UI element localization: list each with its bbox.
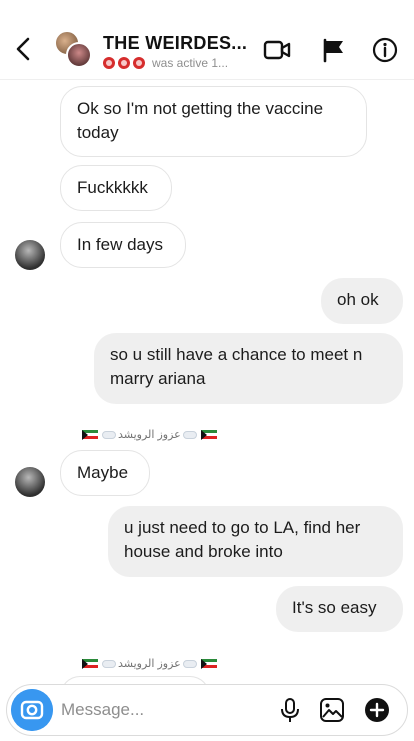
video-call-icon[interactable] (262, 36, 292, 64)
message-line: marry ariana (110, 369, 206, 388)
message-line: so u still have a chance to meet n (110, 345, 363, 364)
sender-name: عزوز الرويشد (118, 429, 181, 441)
emoji-dot-icon (118, 57, 130, 69)
message-line: It's so easy (292, 598, 377, 617)
message-bubble-outgoing[interactable]: u just need to go to LA, find her house … (108, 506, 403, 577)
message-bubble-outgoing[interactable]: so u still have a chance to meet n marry… (94, 333, 403, 404)
cloud-icon (102, 659, 116, 668)
emoji-dot-icon (133, 57, 145, 69)
microphone-icon[interactable] (277, 697, 303, 723)
kuwait-flag-icon (82, 429, 98, 440)
message-line: today (77, 123, 119, 142)
cloud-icon (182, 659, 197, 668)
cloud-icon (182, 430, 197, 439)
message-line: oh ok (337, 290, 379, 309)
message-line: u just need to go to LA, find her (124, 518, 361, 537)
message-bubble-incoming[interactable]: In few days (60, 222, 186, 268)
info-icon[interactable] (370, 36, 400, 64)
message-bubble-outgoing[interactable]: oh ok (321, 278, 403, 324)
emoji-dot-icon (103, 57, 115, 69)
message-line: In few days (77, 235, 163, 254)
flag-icon[interactable] (318, 36, 348, 64)
message-bubble-outgoing[interactable]: It's so easy (276, 586, 403, 632)
cloud-icon (102, 430, 116, 439)
message-bubble-incoming[interactable]: Fuckkkkk (60, 165, 172, 211)
message-line: Ok so I'm not getting the vaccine (77, 99, 324, 118)
message-line: house and broke into (124, 542, 283, 561)
chat-header: THE WEIRDES... was active 1... (0, 0, 414, 80)
sender-name: عزوز الرويشد (118, 658, 181, 670)
message-composer: Message... (6, 684, 408, 736)
message-bubble-incoming[interactable]: Maybe (60, 450, 150, 496)
chat-subtitle: was active 1... (103, 56, 228, 70)
sender-avatar[interactable] (15, 240, 45, 270)
plus-circle-icon[interactable] (364, 697, 390, 723)
sender-name-row: عزوز الرويشد (80, 657, 219, 670)
gallery-icon[interactable] (319, 697, 345, 723)
avatar-2 (66, 42, 92, 68)
message-line: Maybe (77, 463, 129, 482)
kuwait-flag-icon (200, 429, 217, 440)
kuwait-flag-icon (200, 658, 217, 669)
sender-avatar[interactable] (15, 467, 45, 497)
chat-title[interactable]: THE WEIRDES... (103, 33, 247, 54)
message-input[interactable]: Message... (61, 700, 144, 720)
message-bubble-incoming[interactable]: Ok so I'm not getting the vaccine today (60, 86, 367, 157)
group-avatar[interactable] (54, 30, 94, 70)
active-status: was active 1... (152, 56, 229, 70)
back-chevron-icon[interactable] (10, 34, 38, 64)
kuwait-flag-icon (82, 658, 98, 669)
sender-name-row: عزوز الرويشد (80, 428, 219, 441)
camera-icon[interactable] (11, 689, 53, 731)
message-line: Fuckkkkk (77, 178, 148, 197)
